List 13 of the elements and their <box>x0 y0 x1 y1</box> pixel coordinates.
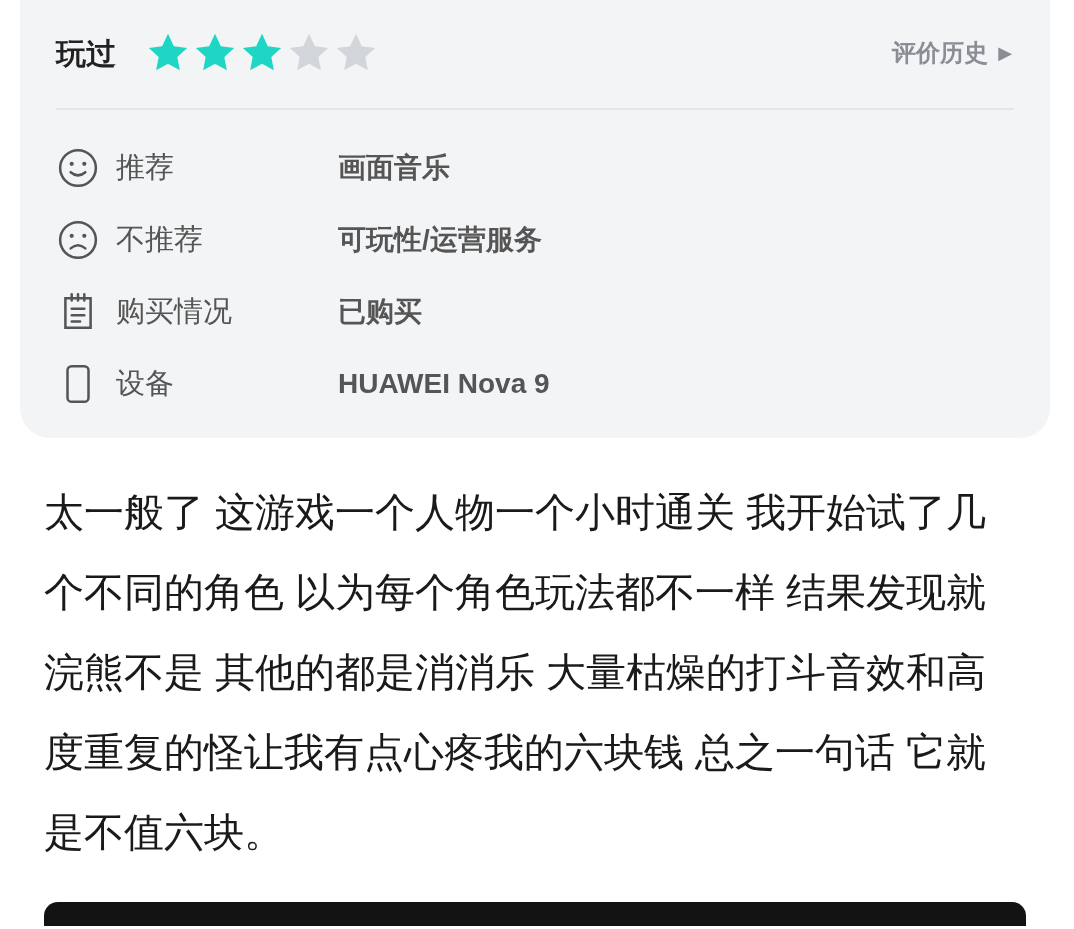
review-text: 太一般了 这游戏一个人物一个小时通关 我开始试了几个不同的角色 以为每个角色玩法都不一样 结果发现就浣熊不是 其他的都是消消乐 大量枯燥的打斗音效和高度重复的怪让我有点心疼我的六块钱 总之一句话 它就是不值六块。 <box>44 489 988 856</box>
detail-label: 推荐 <box>116 150 175 186</box>
sad-face-icon <box>57 219 99 261</box>
detail-value: 画面音乐 <box>338 151 450 185</box>
detail-label: 设备 <box>116 366 175 402</box>
status-label: 玩过 <box>56 35 116 72</box>
detail-value: 已购买 <box>338 295 422 329</box>
detail-label: 不推荐 <box>116 222 204 258</box>
smile-icon <box>57 147 99 189</box>
detail-label: 购买情况 <box>116 294 233 330</box>
detail-value: 可玩性/运营服务 <box>338 223 542 257</box>
detail-value: HUAWEI Nova 9 <box>338 367 550 401</box>
history-link[interactable]: 评价历史 ▶ <box>892 35 1014 71</box>
